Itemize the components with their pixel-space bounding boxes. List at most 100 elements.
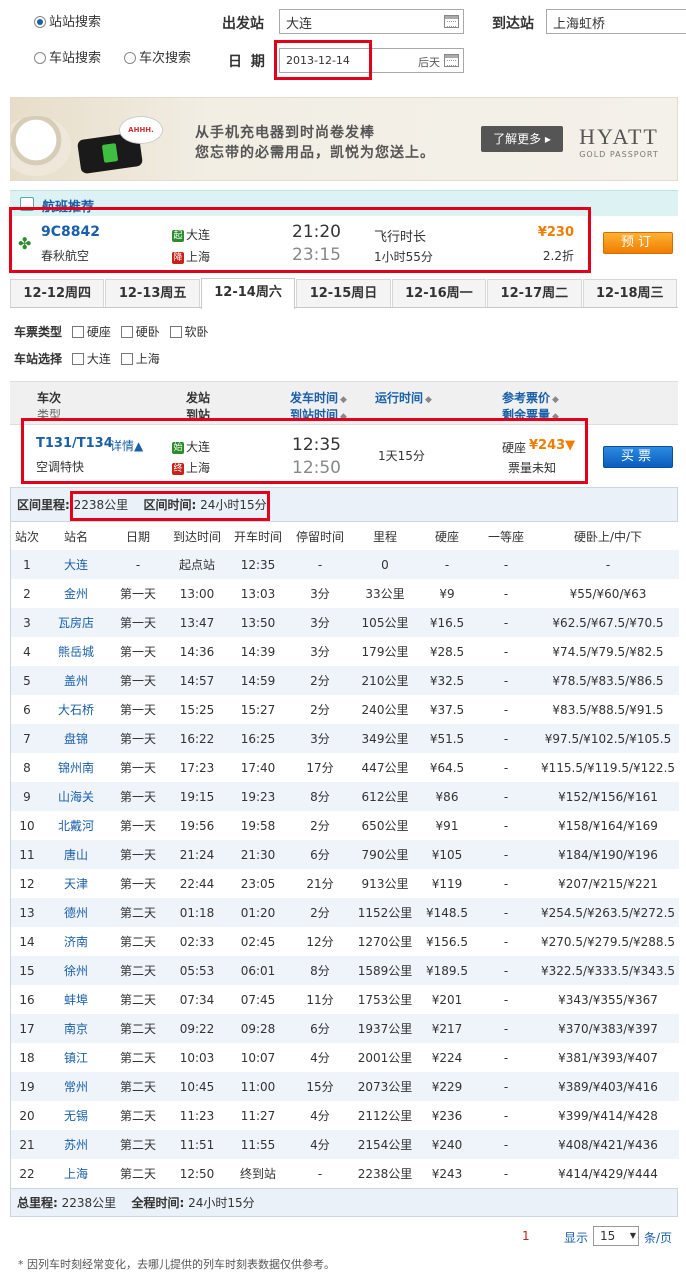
buy-ticket-button[interactable]: 买票 (603, 446, 673, 468)
station-name-link[interactable]: 唐山 (43, 840, 109, 869)
train-to: 终上海 (172, 461, 211, 475)
book-flight-button[interactable]: 预订 (603, 232, 673, 254)
station-name-link[interactable]: 苏州 (43, 1130, 109, 1159)
calendar-icon[interactable] (444, 54, 459, 67)
train-detail-link[interactable]: 详情▲ (110, 437, 143, 454)
table-cell: 10:03 (167, 1043, 227, 1072)
ad-more-button[interactable]: 了解更多 ▸ (481, 126, 563, 152)
page-size-unit: 条/页 (644, 1231, 673, 1245)
date-tab[interactable]: 12-17周二 (487, 279, 582, 307)
table-cell: 349公里 (351, 724, 419, 753)
table-cell: 23:05 (227, 869, 289, 898)
table-cell: 19:56 (167, 811, 227, 840)
station-name-link[interactable]: 盘锦 (43, 724, 109, 753)
table-cell: - (475, 898, 537, 927)
date-tab[interactable]: 12-12周四 (10, 279, 105, 307)
table-cell: ¥236 (419, 1101, 475, 1130)
station-name-link[interactable]: 熊岳城 (43, 637, 109, 666)
station-name-link[interactable]: 天津 (43, 869, 109, 898)
station-name-link[interactable]: 徐州 (43, 956, 109, 985)
table-cell: - (475, 1014, 537, 1043)
station-name-link[interactable]: 瓦房店 (43, 608, 109, 637)
sort-arrow-icon: ◆ (552, 395, 559, 405)
table-cell: 11:27 (227, 1101, 289, 1130)
sort-run-time[interactable]: 运行时间 ◆ (375, 389, 432, 406)
date-tab[interactable]: 12-18周三 (582, 279, 677, 307)
station-name-link[interactable]: 大连 (43, 550, 109, 579)
table-row: 20 无锡 第二天 11:23 11:27 4分 2112公里 ¥236- ¥399/¥414/… (11, 1101, 679, 1130)
station-name-link[interactable]: 山海关 (43, 782, 109, 811)
station-name-link[interactable]: 蚌埠 (43, 985, 109, 1014)
train-number[interactable]: T131/T134 (36, 436, 113, 451)
calendar-icon[interactable] (444, 15, 459, 28)
page-number[interactable]: 1 (522, 1229, 530, 1243)
filter-station-dalian[interactable]: 大连 (66, 352, 111, 366)
page-size-select[interactable]: 15 (593, 1226, 639, 1246)
table-cell: - (475, 724, 537, 753)
table-cell: 11:51 (167, 1130, 227, 1159)
station-name-link[interactable]: 镇江 (43, 1043, 109, 1072)
hyatt-logo: HYATT (579, 124, 659, 149)
sort-dep-time[interactable]: 发车时间 ◆ (290, 389, 347, 406)
from-station-input[interactable]: 大连 (279, 9, 464, 34)
station-filter: 车站选择 大连 上海 (14, 350, 160, 367)
radio-icon (124, 52, 136, 64)
station-name-link[interactable]: 金州 (43, 579, 109, 608)
mode-station-radio[interactable]: 站站搜索 (34, 11, 101, 30)
station-name-link[interactable]: 德州 (43, 898, 109, 927)
table-cell: - (475, 956, 537, 985)
checkbox-icon[interactable] (71, 353, 84, 365)
station-name-link[interactable]: 北戴河 (43, 811, 109, 840)
table-cell: ¥32.5 (419, 666, 475, 695)
sort-remain[interactable]: 剩余票量 ◆ (502, 406, 559, 423)
checkbox-icon[interactable] (169, 326, 182, 338)
date-tab[interactable]: 12-16周一 (391, 279, 487, 307)
date-tab-active[interactable]: 12-14周六 (200, 278, 296, 309)
checkbox-icon[interactable] (120, 326, 133, 338)
station-name-link[interactable]: 大石桥 (43, 695, 109, 724)
table-cell: 第一天 (109, 782, 167, 811)
station-name-link[interactable]: 盖州 (43, 666, 109, 695)
table-cell: 1589公里 (351, 956, 419, 985)
date-tab[interactable]: 12-15周日 (296, 279, 391, 307)
filter-hard-sleeper[interactable]: 硬卧 (115, 325, 160, 339)
collapse-icon[interactable] (20, 197, 34, 211)
table-cell: 19:23 (227, 782, 289, 811)
station-name-link[interactable]: 南京 (43, 1014, 109, 1043)
table-cell: 17:23 (167, 753, 227, 782)
station-name-link[interactable]: 无锡 (43, 1101, 109, 1130)
filter-soft-sleeper[interactable]: 软卧 (164, 325, 209, 339)
table-cell: ¥51.5 (419, 724, 475, 753)
filter-station-shanghai[interactable]: 上海 (115, 352, 160, 366)
station-name-link[interactable]: 锦州南 (43, 753, 109, 782)
hyatt-ad-banner[interactable]: AHHH. 从手机充电器到时尚卷发棒 您忘带的必需用品，凯悦为您送上。 了解更多… (10, 97, 678, 181)
filter-hard-seat[interactable]: 硬座 (66, 325, 111, 339)
table-cell: 3分 (289, 579, 351, 608)
date-input[interactable]: 2013-12-14 后天 (279, 48, 464, 73)
flight-duration-label: 飞行时长 (374, 230, 427, 245)
sort-arr-time[interactable]: 到站时间 ◆ (290, 406, 347, 423)
table-cell: 12:50 (167, 1159, 227, 1188)
land-badge-icon: 降 (172, 252, 184, 264)
station-name-link[interactable]: 上海 (43, 1159, 109, 1188)
table-cell: 13:03 (227, 579, 289, 608)
checkbox-icon[interactable] (71, 326, 84, 338)
col-type: 类型 (37, 408, 62, 422)
table-cell: 第二天 (109, 1159, 167, 1188)
table-cell: ¥381/¥393/¥407 (537, 1043, 679, 1072)
station-name-link[interactable]: 常州 (43, 1072, 109, 1101)
mode-train-radio[interactable]: 车次搜索 (124, 47, 191, 66)
checkbox-icon[interactable] (120, 353, 133, 365)
table-cell: 第一天 (109, 869, 167, 898)
mode-depart-radio[interactable]: 车站搜索 (34, 47, 101, 66)
seat-price[interactable]: ¥243▼ (529, 438, 575, 453)
date-tab[interactable]: 12-13周五 (105, 279, 200, 307)
table-cell: 2238公里 (351, 1159, 419, 1188)
station-name-link[interactable]: 济南 (43, 927, 109, 956)
sort-price[interactable]: 参考票价 ◆ (502, 389, 559, 406)
to-station-input[interactable]: 上海虹桥 (546, 9, 686, 34)
sort-arrow-icon: ◆ (340, 395, 347, 405)
flight-number[interactable]: 9C8842 (41, 224, 100, 240)
speech-bubble: AHHH. (119, 116, 163, 144)
interval-distance-label: 区间里程: (17, 498, 70, 512)
